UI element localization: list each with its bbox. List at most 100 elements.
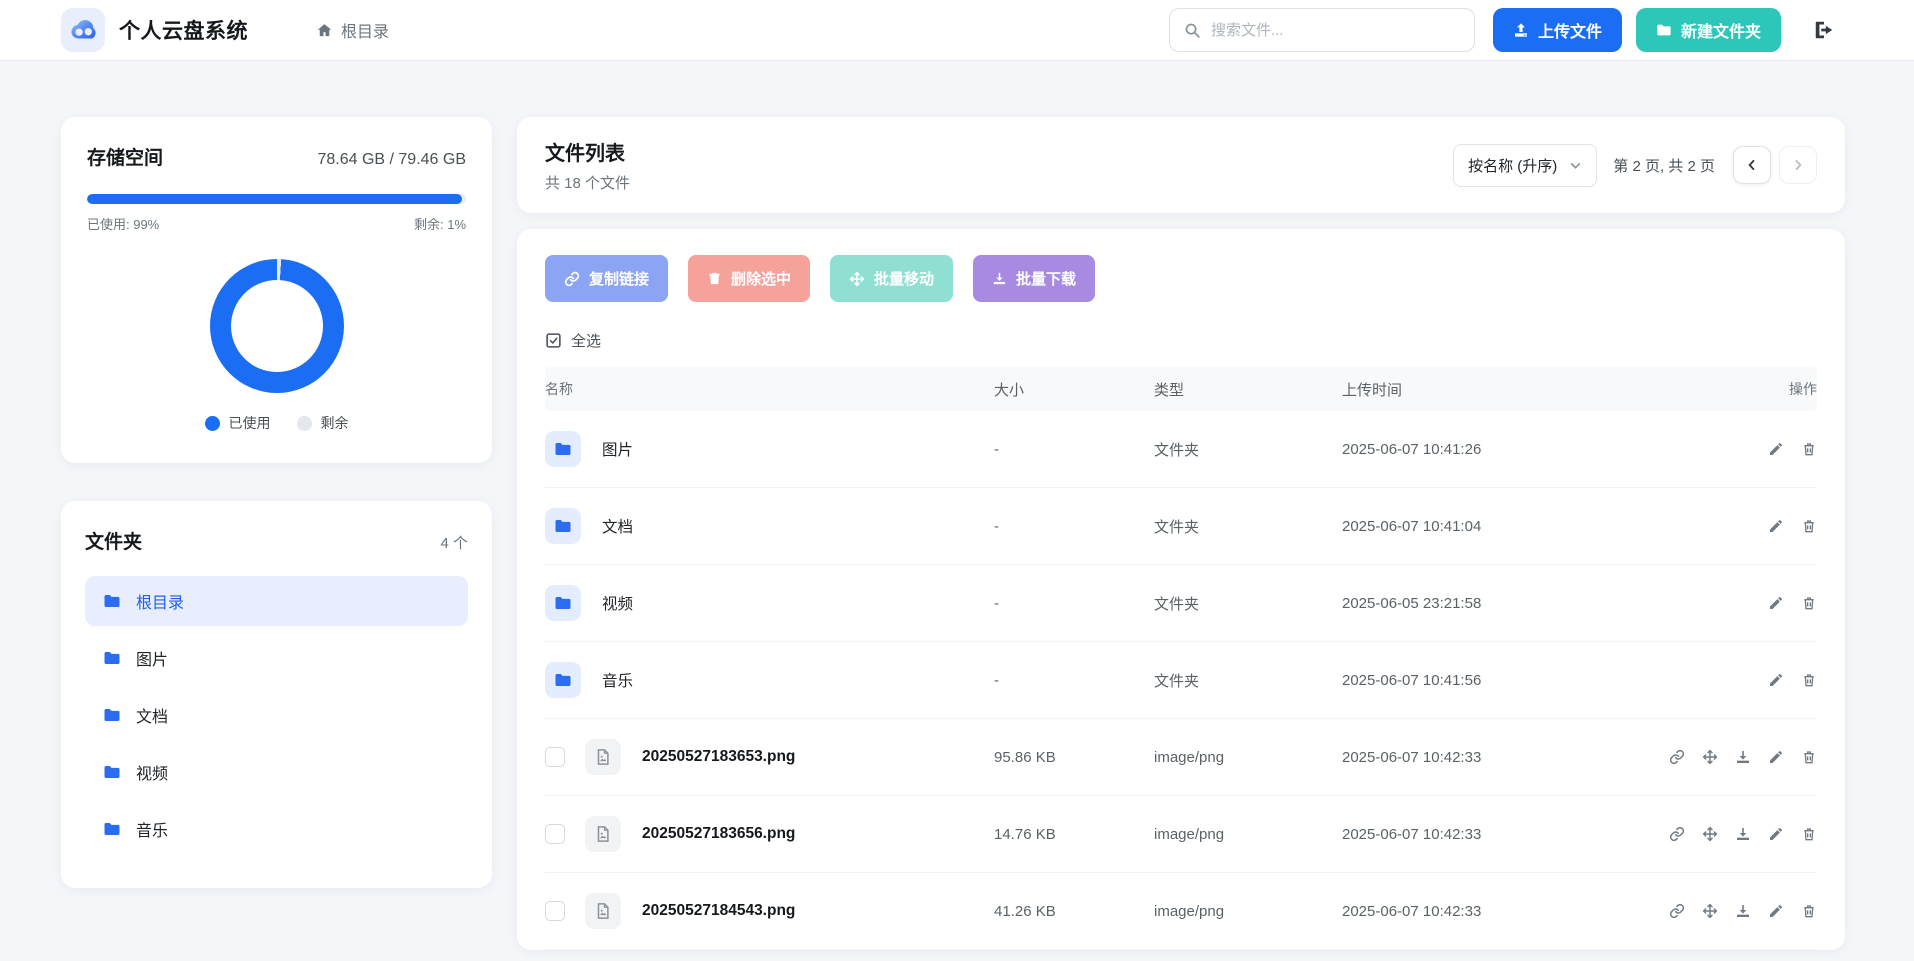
row-time: 2025-06-07 10:42:33	[1342, 826, 1642, 843]
storage-legend: 已使用 剩余	[87, 413, 466, 433]
sidebar-folder-item[interactable]: 图片	[85, 633, 468, 683]
edit-icon[interactable]	[1768, 672, 1784, 688]
batch-download-button[interactable]: 批量下载	[973, 255, 1095, 302]
breadcrumb[interactable]: 根目录	[316, 18, 389, 42]
delete-selected-button[interactable]: 删除选中	[688, 255, 810, 302]
table-row-file[interactable]: 20250527184543.png 41.26 KB image/png 20…	[545, 873, 1817, 950]
table-row-folder[interactable]: 视频 - 文件夹 2025-06-05 23:21:58	[545, 565, 1817, 642]
sidebar-folder-item[interactable]: 根目录	[85, 576, 468, 626]
image-file-icon	[585, 816, 621, 852]
breadcrumb-label: 根目录	[341, 18, 389, 42]
edit-icon[interactable]	[1768, 903, 1784, 919]
row-name[interactable]: 20250527183656.png	[642, 825, 795, 843]
download-icon[interactable]	[1735, 826, 1751, 842]
row-type: image/png	[1154, 749, 1342, 766]
sidebar-folder-label: 音乐	[136, 817, 168, 841]
row-name[interactable]: 图片	[602, 438, 633, 460]
column-type: 类型	[1154, 379, 1342, 400]
row-time: 2025-06-05 23:21:58	[1342, 595, 1642, 612]
folder-icon	[103, 763, 121, 781]
download-icon	[992, 271, 1007, 286]
table-row-folder[interactable]: 音乐 - 文件夹 2025-06-07 10:41:56	[545, 642, 1817, 719]
folder-icon	[103, 649, 121, 667]
top-bar: 个人云盘系统 根目录 上传文件 新建文件夹	[0, 0, 1914, 61]
folder-icon	[103, 820, 121, 838]
row-type: 文件夹	[1154, 439, 1342, 460]
next-page-button[interactable]	[1779, 146, 1817, 184]
row-name[interactable]: 20250527184543.png	[642, 902, 795, 920]
link-icon[interactable]	[1669, 749, 1685, 765]
batch-move-button[interactable]: 批量移动	[830, 255, 953, 302]
row-size: 14.76 KB	[994, 826, 1154, 843]
sidebar-folder-item[interactable]: 文档	[85, 690, 468, 740]
new-folder-button[interactable]: 新建文件夹	[1636, 8, 1781, 52]
row-name[interactable]: 20250527183653.png	[642, 748, 795, 766]
search-icon	[1184, 22, 1201, 39]
row-time: 2025-06-07 10:42:33	[1342, 903, 1642, 920]
row-type: image/png	[1154, 826, 1342, 843]
move-icon[interactable]	[1702, 826, 1718, 842]
table-row-folder[interactable]: 图片 - 文件夹 2025-06-07 10:41:26	[545, 411, 1817, 488]
batch-move-label: 批量移动	[874, 268, 934, 289]
column-size: 大小	[994, 379, 1154, 400]
row-size: -	[994, 441, 1154, 458]
row-time: 2025-06-07 10:41:26	[1342, 441, 1642, 458]
prev-page-button[interactable]	[1733, 146, 1771, 184]
edit-icon[interactable]	[1768, 518, 1784, 534]
edit-icon[interactable]	[1768, 595, 1784, 611]
delete-icon[interactable]	[1801, 441, 1817, 457]
upload-icon	[1513, 22, 1529, 38]
row-time: 2025-06-07 10:41:04	[1342, 518, 1642, 535]
folders-card: 文件夹 4 个 根目录 图片 文档 视频 音乐	[61, 501, 492, 888]
sidebar-folder-item[interactable]: 视频	[85, 747, 468, 797]
delete-selected-label: 删除选中	[731, 268, 791, 289]
delete-icon[interactable]	[1801, 518, 1817, 534]
link-icon[interactable]	[1669, 903, 1685, 919]
delete-icon[interactable]	[1801, 749, 1817, 765]
row-checkbox[interactable]	[545, 747, 565, 767]
batch-download-label: 批量下载	[1016, 268, 1076, 289]
folders-count: 4 个	[440, 532, 468, 553]
cloud-logo-icon	[66, 13, 100, 47]
edit-icon[interactable]	[1768, 826, 1784, 842]
select-all-toggle[interactable]: 全选	[545, 330, 1817, 351]
row-type: 文件夹	[1154, 516, 1342, 537]
table-row-file[interactable]: 20250527183656.png 14.76 KB image/png 20…	[545, 796, 1817, 873]
download-icon[interactable]	[1735, 903, 1751, 919]
chevron-down-icon	[1569, 159, 1582, 172]
edit-icon[interactable]	[1768, 441, 1784, 457]
sidebar-folder-label: 视频	[136, 760, 168, 784]
edit-icon[interactable]	[1768, 749, 1784, 765]
move-icon[interactable]	[1702, 903, 1718, 919]
search-box	[1169, 8, 1475, 52]
download-icon[interactable]	[1735, 749, 1751, 765]
row-type: image/png	[1154, 903, 1342, 920]
upload-file-button[interactable]: 上传文件	[1493, 8, 1622, 52]
copy-link-button[interactable]: 复制链接	[545, 255, 668, 302]
image-file-icon	[585, 739, 621, 775]
logout-icon[interactable]	[1811, 17, 1837, 43]
delete-icon[interactable]	[1801, 672, 1817, 688]
sort-select[interactable]: 按名称 (升序)	[1453, 144, 1597, 187]
file-table-panel: 复制链接 删除选中 批量移动	[517, 229, 1845, 950]
delete-icon[interactable]	[1801, 826, 1817, 842]
link-icon[interactable]	[1669, 826, 1685, 842]
sort-select-value: 按名称 (升序)	[1468, 155, 1557, 176]
table-row-folder[interactable]: 文档 - 文件夹 2025-06-07 10:41:04	[545, 488, 1817, 565]
row-name[interactable]: 音乐	[602, 669, 633, 691]
sidebar-folder-item[interactable]: 音乐	[85, 804, 468, 854]
row-size: -	[994, 672, 1154, 689]
move-icon[interactable]	[1702, 749, 1718, 765]
table-header-row: 名称 大小 类型 上传时间 操作	[545, 367, 1817, 411]
table-row-file[interactable]: 20250527183653.png 95.86 KB image/png 20…	[545, 719, 1817, 796]
delete-icon[interactable]	[1801, 595, 1817, 611]
storage-free-label: 剩余: 1%	[414, 214, 466, 233]
copy-link-label: 复制链接	[589, 268, 649, 289]
row-name[interactable]: 视频	[602, 592, 633, 614]
row-checkbox[interactable]	[545, 824, 565, 844]
delete-icon[interactable]	[1801, 903, 1817, 919]
search-input[interactable]	[1211, 22, 1460, 39]
row-name[interactable]: 文档	[602, 515, 633, 537]
legend-free-dot	[297, 416, 312, 431]
row-checkbox[interactable]	[545, 901, 565, 921]
